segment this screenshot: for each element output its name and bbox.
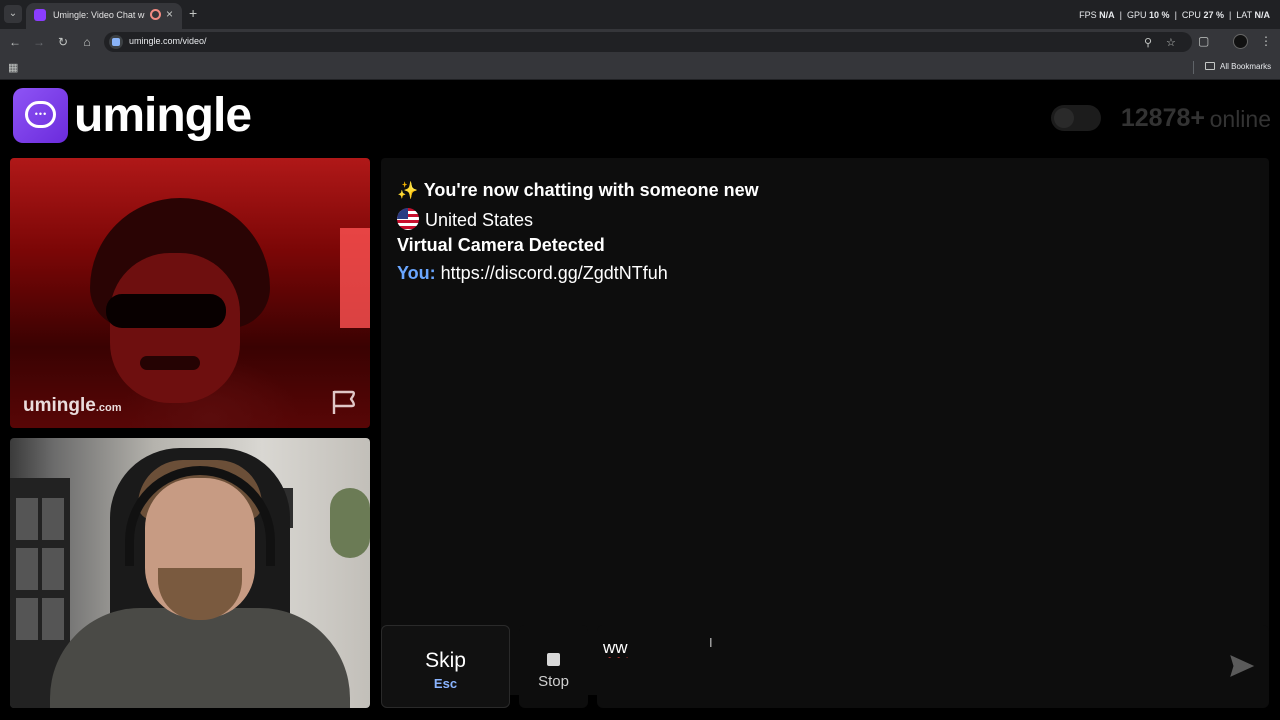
skip-label: Skip bbox=[425, 649, 466, 672]
browser-toolbar: ← → ↻ ⌂ umingle.com/video/ ⚲ ☆ ▢ ⋮ bbox=[0, 29, 1280, 55]
text-cursor-icon: I bbox=[709, 635, 713, 650]
menu-icon[interactable]: ⋮ bbox=[1260, 34, 1272, 48]
recording-icon bbox=[150, 9, 161, 20]
performance-stats: FPS N/A | GPU 10 % | CPU 27 % | LAT N/A bbox=[1079, 10, 1270, 20]
online-indicator: 12878+ online bbox=[971, 104, 1271, 136]
skip-button[interactable]: Skip Esc bbox=[381, 625, 510, 708]
report-flag-icon[interactable] bbox=[330, 388, 358, 416]
new-tab-icon[interactable]: + bbox=[189, 5, 197, 21]
cpu-value: 27 % bbox=[1203, 10, 1224, 20]
forward-icon[interactable]: → bbox=[31, 34, 47, 50]
chat-message: You: https://discord.gg/ZgdtNTfuh bbox=[397, 263, 668, 284]
stop-icon bbox=[547, 653, 560, 666]
all-bookmarks-link[interactable]: All Bookmarks bbox=[1220, 62, 1271, 71]
us-flag-icon bbox=[397, 208, 419, 230]
chat-bubble-icon: ••• bbox=[25, 101, 56, 128]
profile-avatar[interactable] bbox=[1233, 34, 1248, 49]
connected-message: You're now chatting with someone new bbox=[423, 180, 759, 200]
reload-icon[interactable]: ↻ bbox=[55, 34, 71, 50]
message-composer bbox=[597, 625, 1269, 708]
umingle-page: ••• umingle 12878+ online umingle.com ✨ … bbox=[0, 80, 1280, 720]
chat-country: United States bbox=[397, 208, 533, 231]
back-icon[interactable]: ← bbox=[7, 34, 23, 50]
bookmarks-bar: ▦ All Bookmarks bbox=[0, 55, 1280, 80]
message-input[interactable] bbox=[603, 633, 1213, 663]
chat-system-message: ✨ You're now chatting with someone new bbox=[397, 180, 759, 201]
skip-shortcut: Esc bbox=[433, 676, 458, 691]
star-icon[interactable]: ☆ bbox=[1166, 36, 1176, 49]
browser-tab-strip: ⌄ Umingle: Video Chat with S × + FPS N/A… bbox=[0, 0, 1280, 29]
bookmarks-divider bbox=[1193, 61, 1194, 74]
address-bar[interactable]: umingle.com/video/ ⚲ ☆ bbox=[104, 32, 1192, 52]
self-video bbox=[10, 438, 370, 708]
stranger-face bbox=[110, 253, 240, 403]
watermark-suffix: .com bbox=[95, 402, 122, 414]
stranger-video: umingle.com bbox=[10, 158, 370, 428]
you-label: You: bbox=[397, 263, 436, 283]
zoom-icon[interactable]: ⚲ bbox=[1144, 36, 1152, 49]
extensions-icon[interactable]: ▢ bbox=[1198, 34, 1209, 48]
stranger-sunglasses bbox=[106, 294, 226, 328]
tab-search-icon[interactable]: ⌄ bbox=[4, 5, 22, 23]
home-icon[interactable]: ⌂ bbox=[79, 34, 95, 50]
background-plant bbox=[330, 488, 370, 558]
cpu-label: CPU bbox=[1181, 10, 1201, 20]
send-icon[interactable] bbox=[1229, 653, 1255, 679]
lat-value: N/A bbox=[1254, 10, 1271, 20]
online-count: 12878+ bbox=[1120, 104, 1205, 132]
folder-icon bbox=[1205, 62, 1215, 70]
tab-title: Umingle: Video Chat with S bbox=[53, 10, 145, 20]
stop-button[interactable]: Stop bbox=[519, 625, 588, 708]
fps-label: FPS bbox=[1079, 10, 1097, 20]
watermark-brand: umingle bbox=[23, 395, 96, 416]
fps-value: N/A bbox=[1099, 10, 1115, 20]
logo-text[interactable]: umingle bbox=[74, 88, 252, 143]
country-name: United States bbox=[425, 210, 534, 230]
close-tab-icon[interactable]: × bbox=[166, 7, 173, 21]
stranger-mustache bbox=[140, 356, 200, 370]
stop-label: Stop bbox=[538, 673, 569, 690]
online-toggle[interactable] bbox=[1051, 105, 1101, 131]
you-message[interactable]: https://discord.gg/ZgdtNTfuh bbox=[441, 263, 668, 283]
gpu-value: 10 % bbox=[1149, 10, 1170, 20]
browser-tab[interactable]: Umingle: Video Chat with S × bbox=[26, 3, 182, 29]
site-info-icon[interactable] bbox=[109, 35, 123, 49]
background-light bbox=[340, 228, 370, 328]
umingle-favicon-icon bbox=[34, 9, 46, 21]
sparkles-icon: ✨ bbox=[397, 181, 419, 200]
online-label: online bbox=[1209, 106, 1271, 132]
url-text[interactable]: umingle.com/video/ bbox=[129, 36, 207, 46]
gpu-label: GPU bbox=[1127, 10, 1147, 20]
lat-label: LAT bbox=[1236, 10, 1252, 20]
chat-warning: Virtual Camera Detected bbox=[397, 235, 605, 255]
video-watermark: umingle.com bbox=[23, 395, 122, 417]
umingle-logo-icon[interactable]: ••• bbox=[13, 88, 68, 143]
chat-log: ✨ You're now chatting with someone new U… bbox=[381, 158, 1269, 695]
self-body bbox=[50, 608, 350, 708]
apps-icon[interactable]: ▦ bbox=[8, 61, 18, 74]
